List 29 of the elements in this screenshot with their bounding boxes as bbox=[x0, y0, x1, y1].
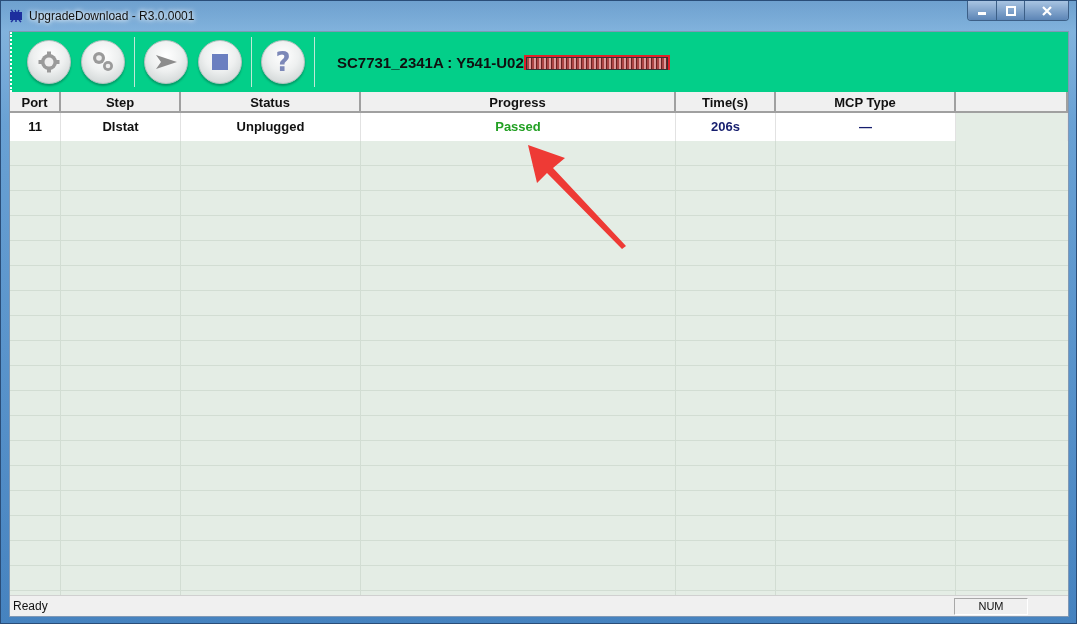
column-header[interactable]: MCP Type bbox=[776, 92, 956, 113]
settings-button[interactable] bbox=[27, 40, 71, 84]
table-cell: 11 bbox=[10, 113, 61, 141]
table-cell: Unplugged bbox=[181, 113, 361, 141]
stop-button[interactable] bbox=[198, 40, 242, 84]
app-icon bbox=[9, 9, 23, 23]
table-cell: DIstat bbox=[61, 113, 181, 141]
close-icon bbox=[1041, 5, 1052, 16]
table-cell: 206s bbox=[676, 113, 776, 141]
table-cell: — bbox=[776, 113, 956, 141]
multi-settings-button[interactable] bbox=[81, 40, 125, 84]
status-message: Ready bbox=[12, 599, 49, 613]
maximize-button[interactable] bbox=[996, 1, 1024, 20]
start-button[interactable] bbox=[144, 40, 188, 84]
column-header[interactable]: Step bbox=[61, 92, 181, 113]
column-header[interactable]: Progress bbox=[361, 92, 676, 113]
table-cell: Passed bbox=[361, 113, 676, 141]
num-lock-indicator: NUM bbox=[954, 597, 1028, 615]
minimize-icon bbox=[978, 12, 986, 15]
device-label: SC7731_2341A : Y541-U02 bbox=[337, 53, 524, 71]
column-header[interactable]: Port bbox=[10, 92, 61, 113]
gear-icon bbox=[37, 50, 61, 74]
window-title: UpgradeDownload - R3.0.0001 bbox=[29, 9, 195, 23]
column-header[interactable]: Time(s) bbox=[676, 92, 776, 113]
close-button[interactable] bbox=[1024, 1, 1068, 20]
gears-icon bbox=[91, 50, 115, 74]
column-header[interactable]: Status bbox=[181, 92, 361, 113]
minimize-button[interactable] bbox=[968, 1, 996, 20]
maximize-icon bbox=[1005, 5, 1016, 16]
